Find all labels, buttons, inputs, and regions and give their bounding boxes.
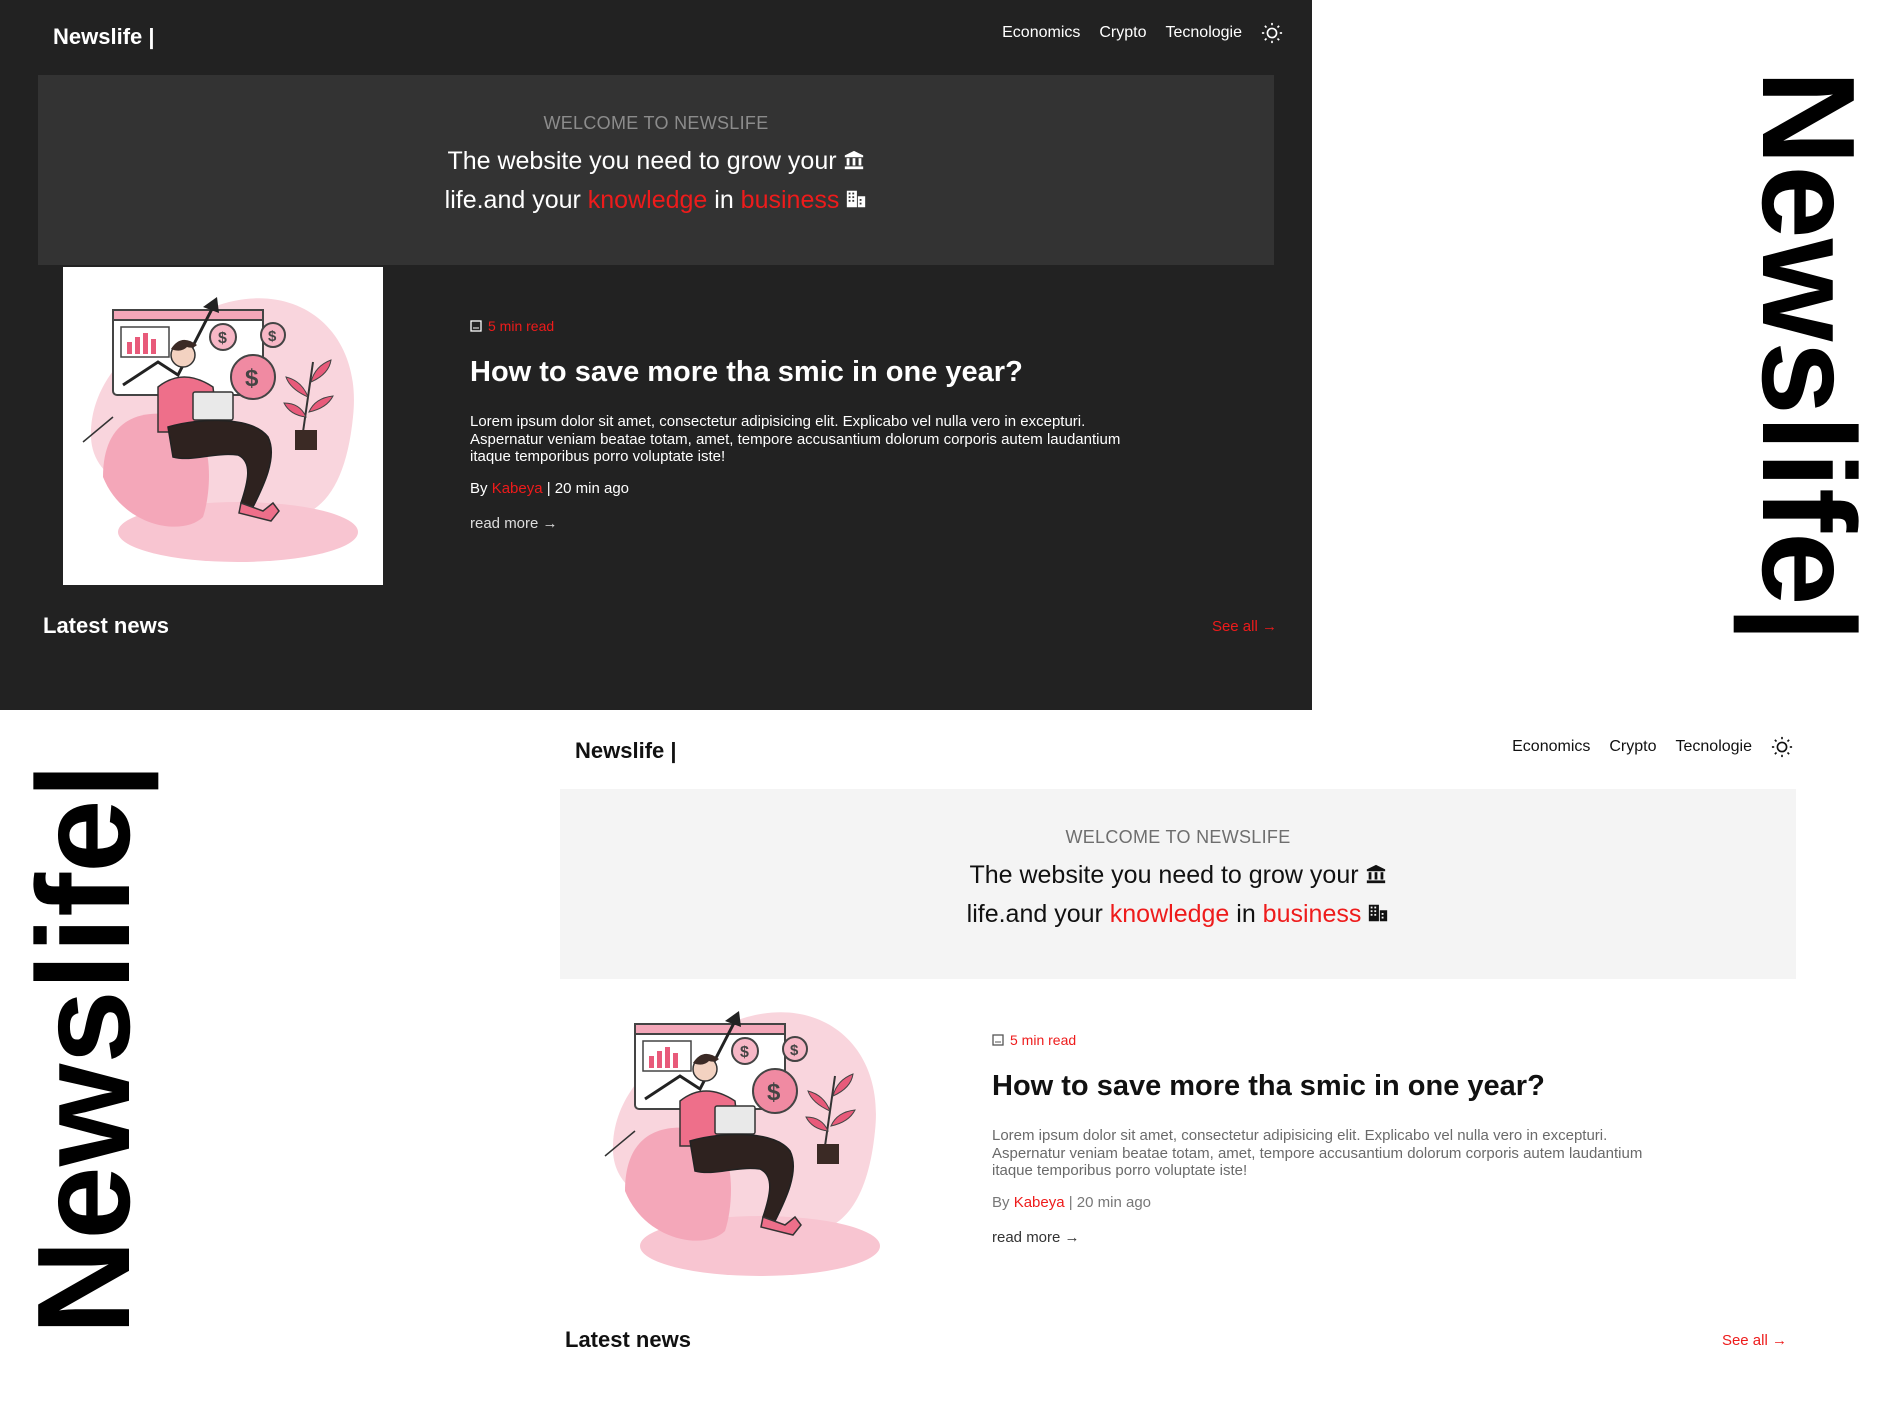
byline-prefix: By xyxy=(992,1193,1014,1211)
top-nav: Economics Crypto Tecnologie xyxy=(1002,22,1283,44)
sun-icon[interactable] xyxy=(1261,22,1283,44)
article-byline: By Kabeya | 20 min ago xyxy=(470,480,1160,497)
author-link[interactable]: Kabeya xyxy=(492,480,543,497)
hero-line-2-b: in xyxy=(1229,900,1263,928)
read-time-label: 5 min read xyxy=(1010,1032,1077,1048)
hero-line-2: life.and your knowledge in business xyxy=(38,186,1274,215)
read-time: 5 min read xyxy=(470,318,1160,334)
article-illustration: $ $ $ xyxy=(63,267,383,585)
hero-eyebrow: WELCOME TO NEWSLIFE xyxy=(543,113,769,133)
hero-eyebrow: WELCOME TO NEWSLIFE xyxy=(1065,827,1291,847)
featured-article: 5 min read How to save more tha smic in … xyxy=(992,1032,1682,1246)
hero-line-1-text: The website you need to grow your xyxy=(447,147,837,175)
svg-text:$: $ xyxy=(245,365,259,392)
book-icon xyxy=(992,1034,1004,1046)
latest-news-heading: Latest news xyxy=(43,613,169,638)
hero-highlight-knowledge: knowledge xyxy=(1109,900,1230,928)
read-time: 5 min read xyxy=(992,1032,1682,1048)
author-link[interactable]: Kabeya xyxy=(1014,1194,1065,1211)
bank-icon xyxy=(844,150,863,170)
article-time: | 20 min ago xyxy=(1064,1193,1152,1211)
hero-highlight-knowledge: knowledge xyxy=(587,186,708,214)
sun-icon[interactable] xyxy=(1771,736,1793,758)
man-with-laptop-illustration: $ $ $ xyxy=(82,297,358,562)
hero-line-1-text: The website you need to grow your xyxy=(969,861,1359,889)
byline-prefix: By xyxy=(470,479,492,497)
article-excerpt: Lorem ipsum dolor sit amet, consectetur … xyxy=(992,1127,1643,1179)
svg-text:$: $ xyxy=(767,1079,781,1106)
svg-text:$: $ xyxy=(790,1042,799,1059)
read-more-link[interactable]: read more → xyxy=(992,1229,1682,1246)
nav-item-economics[interactable]: Economics xyxy=(1512,738,1590,756)
dark-theme-screenshot: Newslife | Economics Crypto Tecnologie W… xyxy=(0,0,1312,710)
hero-line-2: life.and your knowledge in business xyxy=(560,900,1796,929)
hero-line-2-b: in xyxy=(707,186,741,214)
see-all-link[interactable]: See all → xyxy=(1722,1332,1787,1349)
vertical-wordmark-right: Newslife| xyxy=(1735,70,1882,643)
hero-line-2-a: life.and your xyxy=(966,900,1110,928)
nav-item-tecnologie[interactable]: Tecnologie xyxy=(1676,738,1753,756)
hero-line-2-a: life.and your xyxy=(444,186,588,214)
article-byline: By Kabeya | 20 min ago xyxy=(992,1194,1682,1211)
latest-news-heading: Latest news xyxy=(565,1327,691,1352)
read-time-label: 5 min read xyxy=(488,318,555,334)
brand-logo[interactable]: Newslife | xyxy=(575,738,677,764)
svg-text:$: $ xyxy=(218,330,227,347)
hero-line-1: The website you need to grow your xyxy=(38,147,1274,176)
svg-text:$: $ xyxy=(740,1044,749,1061)
buildings-icon xyxy=(847,190,866,208)
article-excerpt: Lorem ipsum dolor sit amet, consectetur … xyxy=(470,413,1121,465)
featured-article: 5 min read How to save more tha smic in … xyxy=(470,318,1160,532)
nav-item-crypto[interactable]: Crypto xyxy=(1609,738,1656,756)
light-theme-screenshot: Newslife | Economics Crypto Tecnologie W… xyxy=(522,714,1822,1414)
nav-item-economics[interactable]: Economics xyxy=(1002,24,1080,42)
brand-logo[interactable]: Newslife | xyxy=(53,24,155,50)
svg-text:$: $ xyxy=(268,328,277,345)
article-illustration: $ $ $ xyxy=(585,981,905,1299)
article-title[interactable]: How to save more tha smic in one year? xyxy=(992,1070,1682,1103)
vertical-wordmark-left: Newslife| xyxy=(10,762,157,1335)
nav-item-crypto[interactable]: Crypto xyxy=(1099,24,1146,42)
nav-item-tecnologie[interactable]: Tecnologie xyxy=(1166,24,1243,42)
see-all-link[interactable]: See all → xyxy=(1212,618,1277,635)
article-time: | 20 min ago xyxy=(542,479,630,497)
hero-highlight-business: business xyxy=(740,186,840,214)
buildings-icon xyxy=(1369,904,1388,922)
read-more-link[interactable]: read more → xyxy=(470,515,1160,532)
hero-line-1: The website you need to grow your xyxy=(560,861,1796,890)
hero-banner: WELCOME TO NEWSLIFE The website you need… xyxy=(38,75,1274,265)
man-with-laptop-illustration: $ $ $ xyxy=(604,1011,880,1276)
hero-banner: WELCOME TO NEWSLIFE The website you need… xyxy=(560,789,1796,979)
book-icon xyxy=(470,320,482,332)
hero-highlight-business: business xyxy=(1262,900,1362,928)
top-nav: Economics Crypto Tecnologie xyxy=(1512,736,1793,758)
bank-icon xyxy=(1366,864,1385,884)
article-title[interactable]: How to save more tha smic in one year? xyxy=(470,356,1160,389)
